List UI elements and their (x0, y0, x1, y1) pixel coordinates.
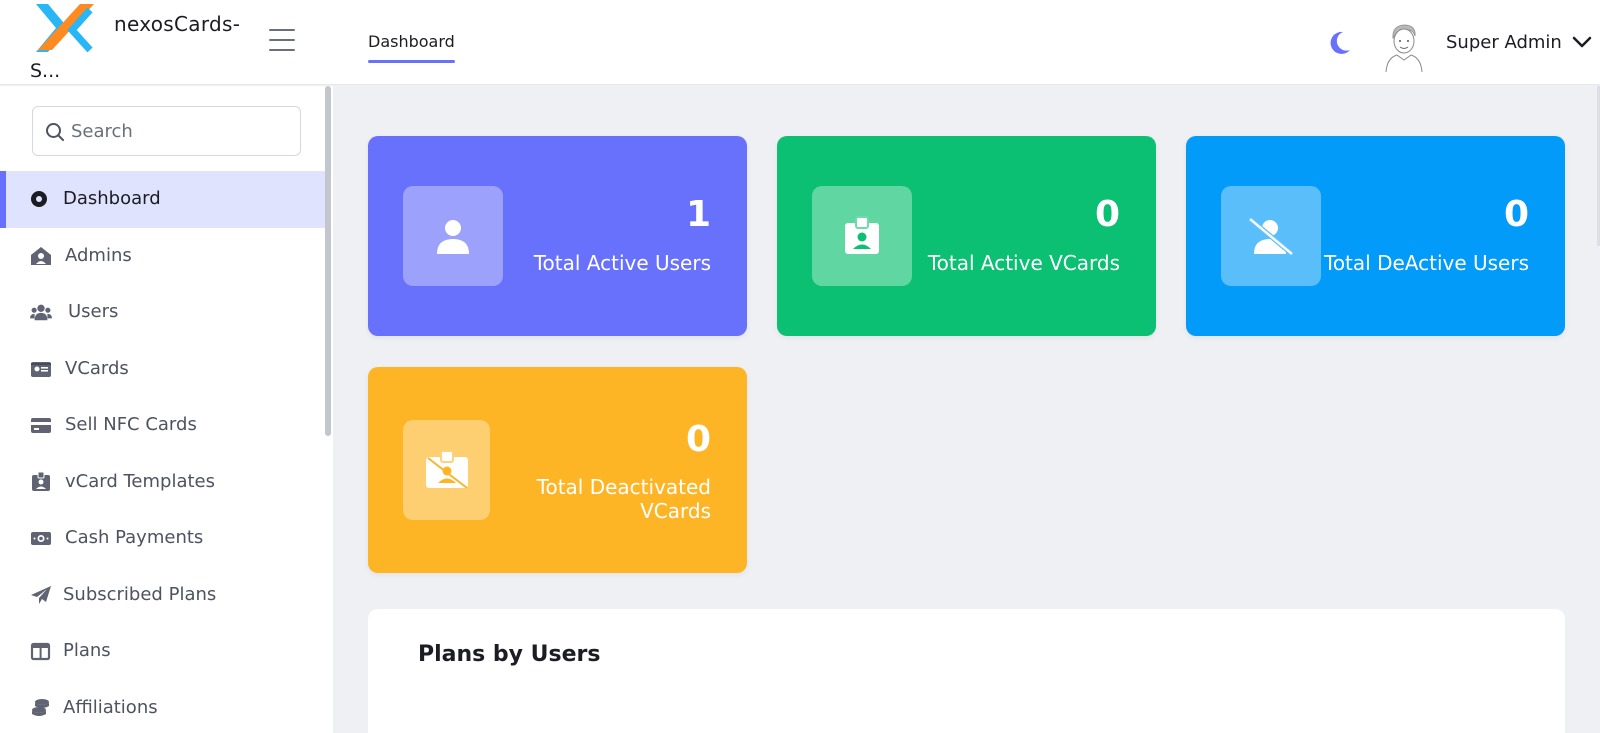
card-icon-box (403, 420, 490, 520)
search-input[interactable] (71, 107, 293, 155)
table-columns-icon (30, 642, 51, 661)
stat-count: 0 (1094, 194, 1120, 235)
user-icon (437, 220, 469, 254)
stat-card-active-vcards[interactable]: 0 Total Active VCards (777, 136, 1156, 336)
avatar[interactable] (1383, 20, 1425, 72)
sidebar-item-label: vCard Templates (65, 470, 215, 492)
menu-toggle-icon[interactable] (269, 29, 295, 51)
sidebar-item-label: Plans (63, 640, 111, 661)
stat-label-line: Total Deactivated (536, 475, 711, 499)
sidebar-item-label: Dashboard (63, 188, 161, 209)
card-icon-box (1221, 186, 1321, 286)
chevron-down-icon[interactable] (1572, 34, 1592, 50)
dark-mode-moon-icon[interactable] (1326, 30, 1352, 56)
sidebar-item-label: Subscribed Plans (63, 583, 217, 605)
sidebar-item-label: Admins (65, 244, 132, 266)
stat-label: Total DeActive Users (1324, 251, 1529, 275)
search-box[interactable] (32, 106, 301, 156)
tab-dashboard[interactable]: Dashboard (368, 32, 455, 51)
user-slash-icon (1248, 217, 1294, 256)
id-badge-slash-icon (426, 450, 468, 489)
id-badge-icon (845, 216, 879, 254)
card-icon-box (812, 186, 912, 286)
circle-dot-icon (31, 191, 47, 207)
brand-name: nexosCards- (114, 12, 241, 36)
user-name[interactable]: Super Admin (1446, 32, 1562, 53)
money-bill-icon (31, 532, 51, 545)
stat-count: 0 (1503, 194, 1529, 235)
sidebar-item-label: Affiliations (63, 696, 158, 718)
brand-name-overflow: S... (30, 60, 61, 82)
logo-icon (36, 4, 94, 53)
id-card-icon (31, 361, 51, 377)
paper-plane-icon (31, 585, 51, 604)
panel-title: Plans by Users (418, 642, 601, 667)
stat-card-active-users[interactable]: 1 Total Active Users (368, 136, 747, 336)
credit-card-icon (31, 418, 51, 433)
stat-label: Total Active Users (533, 251, 711, 275)
sidebar-item-vcard-templates[interactable]: vCard Templates (0, 454, 327, 511)
sidebar-item-sell-nfc-cards[interactable]: Sell NFC Cards (0, 397, 327, 454)
card-icon-box (403, 186, 503, 286)
stat-label-line: VCards (640, 499, 711, 523)
tab-active-indicator (368, 60, 455, 63)
sidebar-item-subscribed-plans[interactable]: Subscribed Plans (0, 567, 327, 624)
brand: nexosCards- S... (0, 0, 333, 85)
sidebar-item-affiliations[interactable]: Affiliations (0, 680, 327, 733)
sidebar-item-label: VCards (65, 357, 129, 379)
sidebar-item-label: Sell NFC Cards (65, 414, 197, 435)
stat-label: Total Active VCards (927, 251, 1120, 275)
stat-card-deactive-users[interactable]: 0 Total DeActive Users (1186, 136, 1565, 336)
sidebar-item-admins[interactable]: Admins (0, 228, 327, 285)
sidebar-scrollbar[interactable] (325, 86, 331, 436)
users-icon (30, 304, 52, 321)
search-icon (46, 123, 64, 141)
sidebar-nav: Dashboard Admins Users VCards Sell NFC C… (0, 171, 327, 733)
sidebar-item-label: Users (68, 301, 119, 322)
plans-by-users-panel: Plans by Users (368, 609, 1565, 733)
stat-card-deactivated-vcards[interactable]: 0 Total Deactivated VCards (368, 367, 747, 573)
stat-label: Total Deactivated VCards (537, 475, 711, 523)
sidebar-item-plans[interactable]: Plans (0, 623, 327, 680)
home-user-icon (31, 246, 51, 265)
coins-icon (32, 698, 49, 716)
sidebar-item-dashboard[interactable]: Dashboard (0, 171, 327, 228)
sidebar: Dashboard Admins Users VCards Sell NFC C… (0, 86, 333, 733)
sidebar-item-users[interactable]: Users (0, 284, 327, 341)
sidebar-item-label: Cash Payments (65, 527, 204, 548)
stat-count: 0 (685, 419, 711, 460)
sidebar-item-vcards[interactable]: VCards (0, 341, 327, 398)
stat-count: 1 (685, 194, 711, 235)
top-header: nexosCards- S... Dashboard Super Admin (0, 0, 1600, 85)
sidebar-item-cash-payments[interactable]: Cash Payments (0, 510, 327, 567)
id-badge-icon (32, 471, 50, 491)
